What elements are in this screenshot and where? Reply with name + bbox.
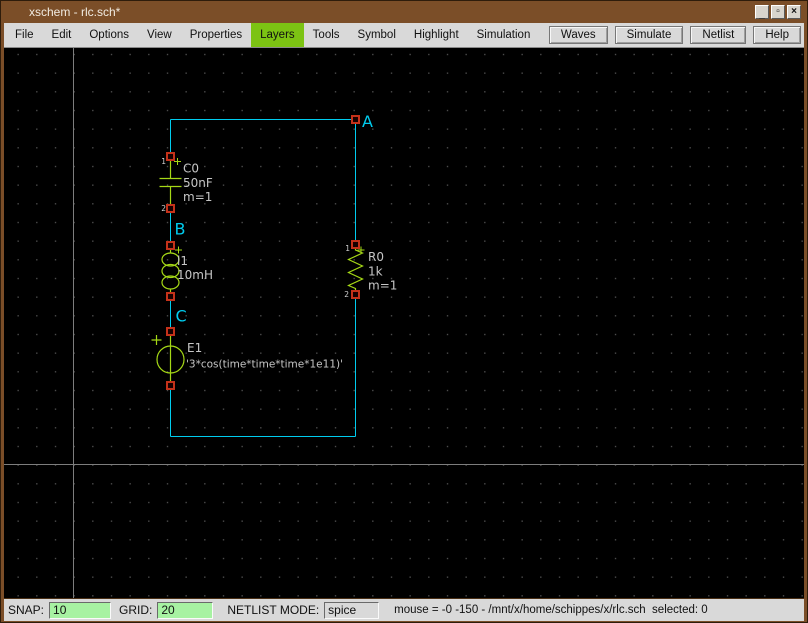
pin-marker [166,327,175,336]
node-label-b[interactable]: B [175,220,186,239]
inductor-name[interactable]: l1 [177,254,188,268]
resistor-value[interactable]: 1k [368,265,383,279]
menu-bar: File Edit Options View Properties Layers… [4,23,804,48]
capacitor-pin2-number: 2 [161,204,166,213]
toolbar: Waves Simulate Netlist Help [548,23,804,47]
menu-item-file[interactable]: File [6,23,43,47]
simulate-button[interactable]: Simulate [614,26,684,44]
menu-item-tools[interactable]: Tools [304,23,349,47]
menu-item-edit[interactable]: Edit [43,23,81,47]
snap-input[interactable]: 10 [49,601,112,619]
netlist-mode-input[interactable]: spice [324,601,380,619]
pin-marker [351,115,360,124]
menu-item-simulation[interactable]: Simulation [468,23,540,47]
pin-marker [166,292,175,301]
mouse-info: mouse = -0 -150 - /mnt/x/home/schippes/x… [394,604,708,616]
help-button[interactable]: Help [753,26,801,44]
netlist-mode-label: NETLIST MODE: [227,603,320,617]
menu-item-view[interactable]: View [138,23,181,47]
close-button[interactable]: × [787,5,801,19]
xschem-window: xschem - rlc.sch* _ ▫ × File Edit Option… [0,0,808,623]
inductor-value[interactable]: 10mH [177,268,213,282]
menu-item-highlight[interactable]: Highlight [405,23,468,47]
grid-input[interactable]: 20 [157,601,214,619]
minimize-button[interactable]: _ [755,5,769,20]
pin-marker [166,152,175,161]
capacitor-name[interactable]: C0 [183,162,199,176]
source-name[interactable]: E1 [187,341,202,355]
menu-item-options[interactable]: Options [80,23,138,47]
capacitor-pin1-number: 1 [161,157,166,166]
pin-marker [351,240,360,249]
waves-button[interactable]: Waves [548,26,608,44]
capacitor-value[interactable]: 50nF [183,176,213,190]
netlist-button[interactable]: Netlist [690,26,747,44]
capacitor-mult[interactable]: m=1 [183,190,212,204]
maximize-button[interactable]: ▫ [771,5,785,19]
resistor-pin2-number: 2 [344,290,349,299]
grid-dots [4,48,804,598]
menu-item-properties[interactable]: Properties [181,23,251,47]
resistor-pin1-number: 1 [345,244,350,253]
resistor-name[interactable]: R0 [368,250,384,264]
grid-label: GRID: [119,603,153,617]
window-controls: _ ▫ × [755,5,801,20]
pin-marker [166,241,175,250]
menu-item-symbol[interactable]: Symbol [349,23,405,47]
source-value[interactable]: '3*cos(time*time*time*1e11)' [186,359,343,371]
schematic-canvas[interactable]: C0 50nF m=1 1 2 l1 10mH E1 '3*cos(time*t… [4,48,804,598]
menu-item-layers[interactable]: Layers [251,23,304,47]
snap-label: SNAP: [8,603,45,617]
title-bar[interactable]: xschem - rlc.sch* _ ▫ × [4,1,804,23]
pin-marker [351,290,360,299]
window-title: xschem - rlc.sch* [29,5,121,19]
resistor-mult[interactable]: m=1 [368,279,397,293]
status-bar: SNAP: 10 GRID: 20 NETLIST MODE: spice mo… [4,598,804,621]
node-label-c[interactable]: C [176,307,187,326]
pin-marker [166,204,175,213]
pin-marker [166,381,175,390]
node-label-a[interactable]: A [362,112,373,131]
